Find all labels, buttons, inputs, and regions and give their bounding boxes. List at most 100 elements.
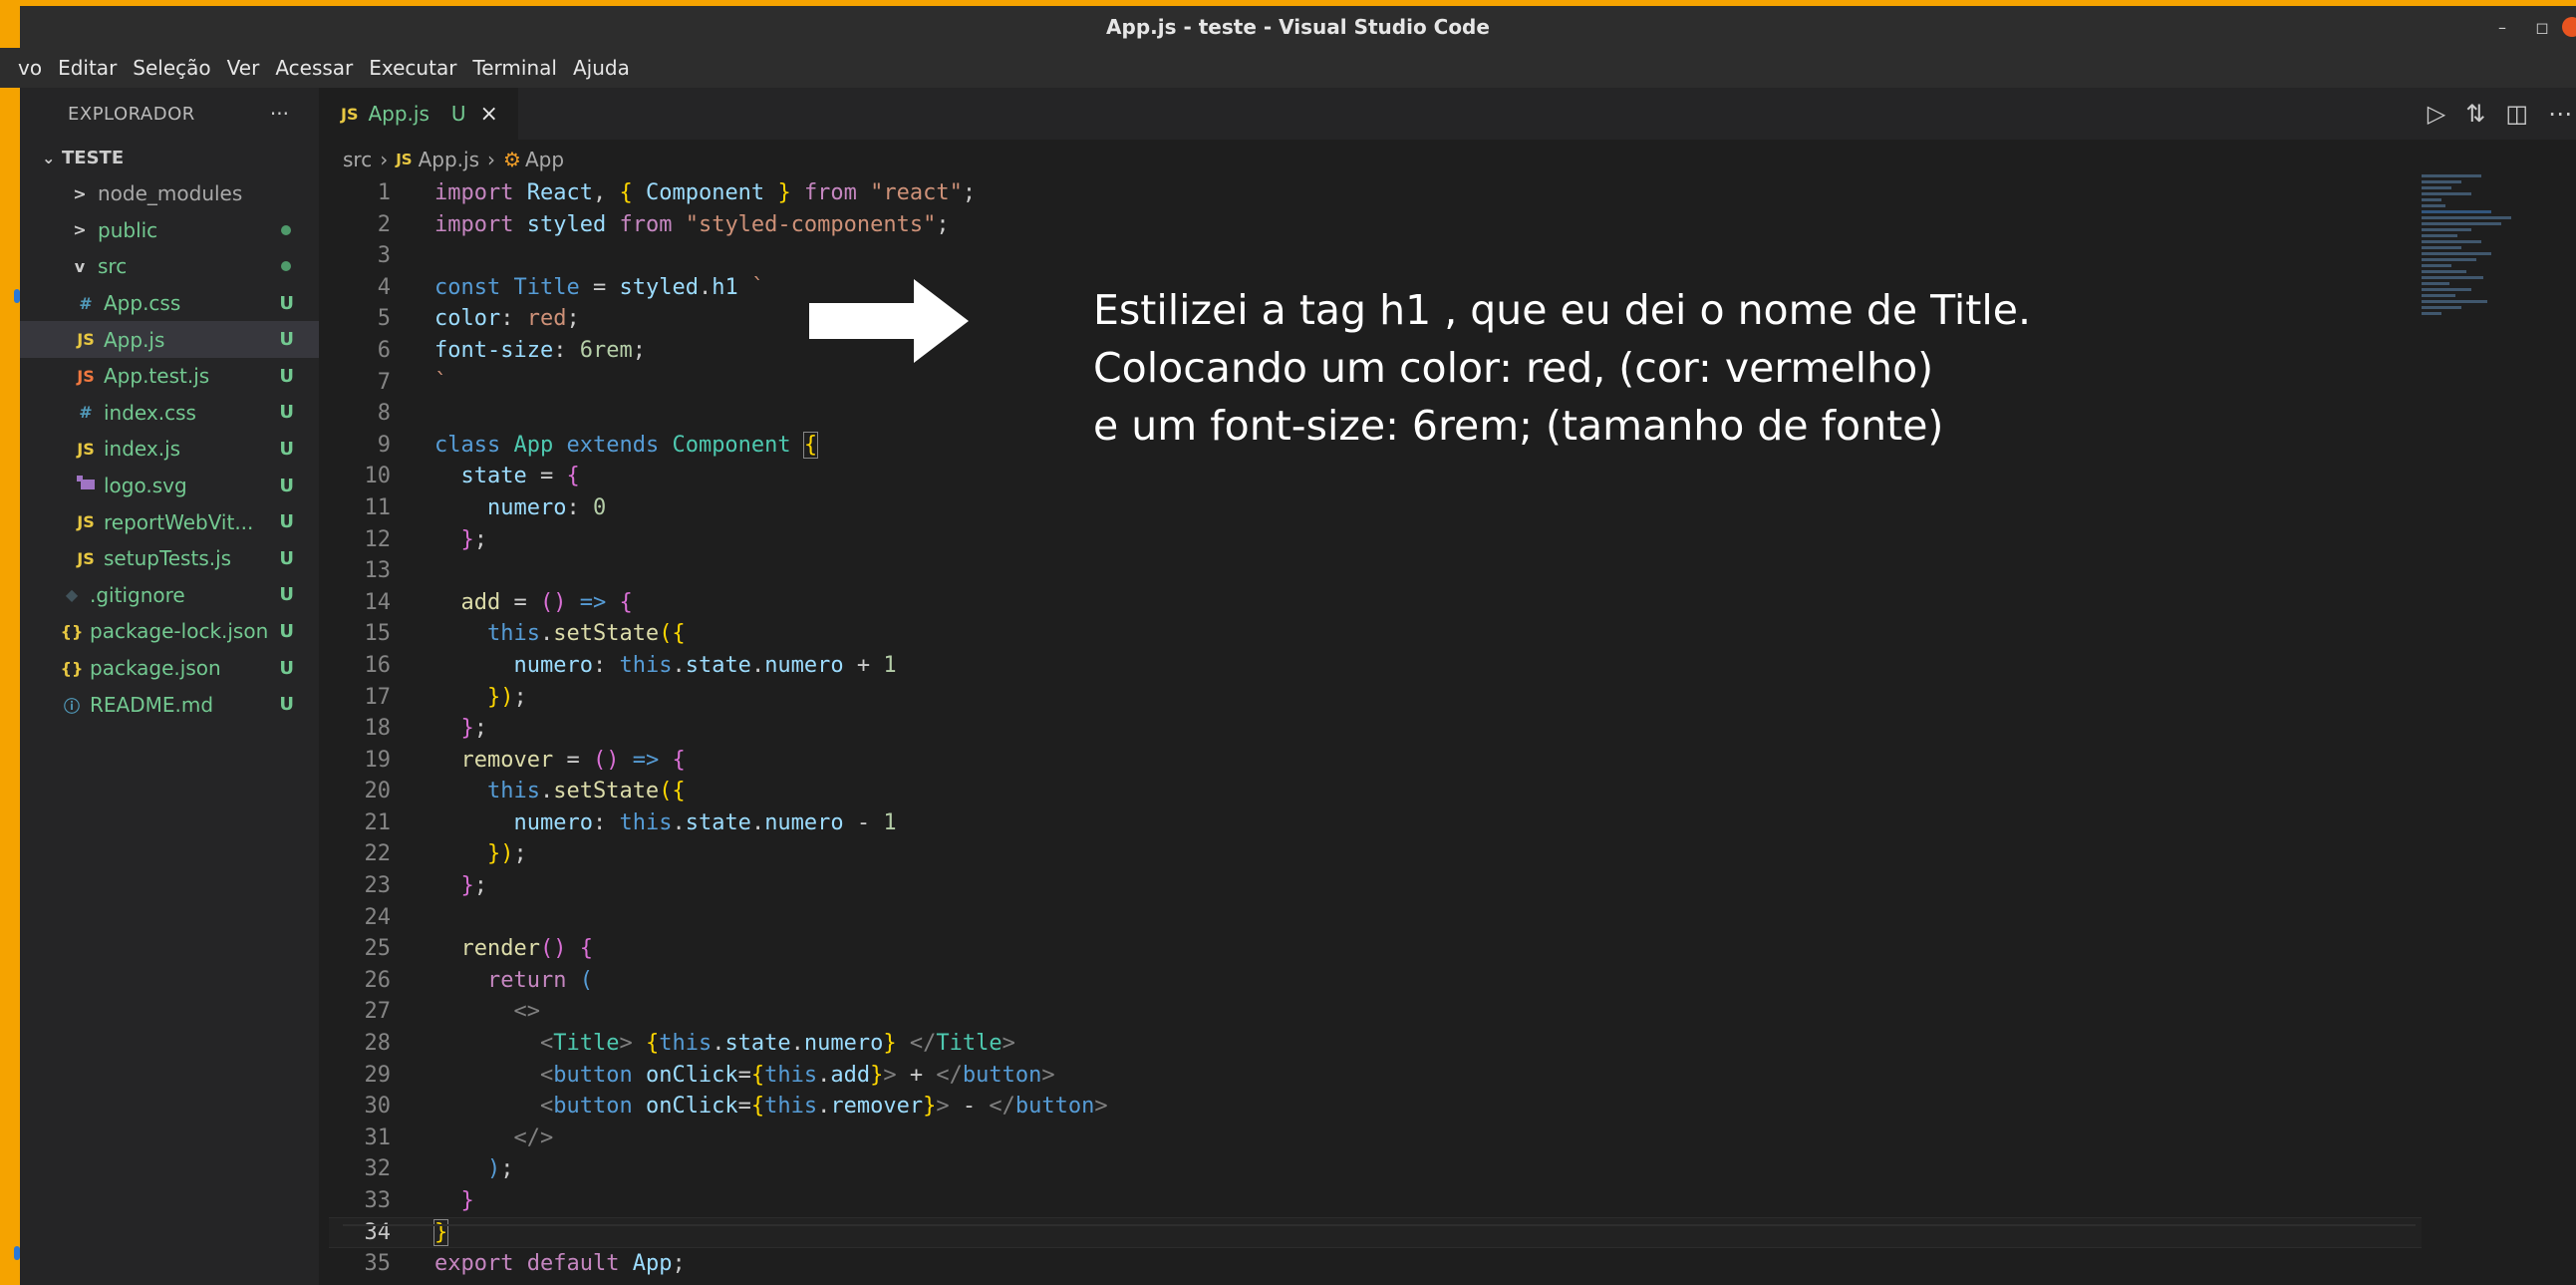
maximize-button[interactable]: ◻ [2522,18,2562,37]
line-number: 15 [364,621,392,647]
untracked-badge: U [279,584,294,606]
code-text: color: red; [434,306,580,332]
close-window-button[interactable] [2562,17,2576,37]
workspace-folder[interactable]: ⌄ TESTE [20,140,319,175]
minimize-button[interactable]: – [2482,18,2522,37]
line-number: 27 [364,999,392,1025]
line-number: 9 [377,432,391,458]
code-line: 22 }); [329,838,2422,870]
window-controls: – ◻ [2482,6,2576,48]
tree-item-app-css[interactable]: # App.css U [20,285,319,322]
menu-terminal[interactable]: Terminal [464,56,565,80]
more-actions-icon[interactable]: ··· [270,102,289,126]
more-actions-icon[interactable]: ⋯ [2548,100,2572,128]
tree-item-index-css[interactable]: # index.css U [20,395,319,432]
js-file-icon: JS [77,439,95,459]
test-file-icon: JS [77,366,95,386]
untracked-badge: U [279,292,294,314]
line-number: 7 [377,369,391,395]
tree-item-package-json[interactable]: {} package.json U [20,650,319,687]
tree-item-src[interactable]: v src [20,248,319,285]
code-text: remover = () => { [460,747,686,773]
code-text: return ( [486,967,593,993]
line-number: 22 [364,841,392,867]
tree-item-label: .gitignore [90,582,185,607]
json-file-icon: {} [60,658,84,678]
chevron-right-icon: › [380,148,389,171]
tree-item-label: App.css [104,291,181,316]
line-number: 18 [364,716,392,742]
code-text: numero: 0 [486,494,607,520]
run-icon[interactable]: ▷ [2428,100,2445,128]
tree-item-label: index.js [104,437,181,462]
breadcrumb-symbol[interactable]: App [525,148,564,171]
tab-app-js[interactable]: JS App.js U × [319,88,518,140]
line-number: 30 [364,1094,392,1120]
tree-item-label: logo.svg [104,474,187,498]
menu-arquivo[interactable]: vo [0,56,50,80]
menu-acessar[interactable]: Acessar [267,56,361,80]
tree-item-app-js[interactable]: JS App.js U [20,321,319,358]
untracked-badge: U [279,511,294,533]
menu-executar[interactable]: Executar [361,56,464,80]
code-text: render() { [460,936,593,962]
json-file-icon: {} [60,621,84,641]
tree-item-gitignore[interactable]: ◆ .gitignore U [20,577,319,614]
tree-item-node-modules[interactable]: > node_modules [20,175,319,212]
code-text: }); [486,684,527,710]
untracked-badge: U [279,694,294,716]
tab-label: App.js [368,102,429,126]
code-text: numero: this.state.numero + 1 [513,652,897,678]
code-text: this.setState({ [486,621,686,647]
close-tab-icon[interactable]: × [480,102,498,127]
code-text: ); [486,1156,514,1182]
arrow-right-icon [809,279,969,363]
tree-item-index-js[interactable]: JS index.js U [20,431,319,468]
tree-item-label: public [98,217,158,242]
minimap[interactable] [2422,174,2576,533]
tree-item-readme[interactable]: ⓘ README.md U [20,686,319,723]
untracked-badge: U [279,475,294,496]
line-number: 17 [364,684,392,710]
tree-item-report-web-vitals[interactable]: JS reportWebVit... U [20,503,319,540]
source-control-icon[interactable]: ⇅ [2465,100,2485,128]
code-text: <button onClick={this.add}> + </button> [539,1062,1055,1088]
code-line: 14 add = () => { [329,587,2422,619]
code-text: </> [513,1124,554,1150]
untracked-badge: U [279,402,294,424]
code-line: 10 state = { [329,461,2422,492]
js-file-icon: JS [341,104,359,124]
line-number: 20 [364,779,392,804]
line-number: 4 [377,274,391,300]
code-text: add = () => { [460,589,633,615]
code-text: ` [434,369,448,395]
code-text: }; [460,873,488,899]
tree-item-package-lock-json[interactable]: {} package-lock.json U [20,613,319,650]
js-file-icon: JS [396,151,413,168]
editor-actions: ▷ ⇅ ◫ ⋯ [2428,88,2576,140]
explorer-header: EXPLORADOR ··· [20,88,319,140]
menu-ajuda[interactable]: Ajuda [565,56,638,80]
tree-item-logo-svg[interactable]: logo.svg U [20,468,319,504]
tree-item-app-test-js[interactable]: JS App.test.js U [20,358,319,395]
tree-item-public[interactable]: > public [20,212,319,249]
split-editor-icon[interactable]: ◫ [2505,100,2528,128]
menu-editar[interactable]: Editar [50,56,125,80]
tree-item-setup-tests[interactable]: JS setupTests.js U [20,540,319,577]
code-text: import styled from "styled-components"; [434,211,950,237]
tree-item-label: package.json [90,656,221,681]
tree-item-label: setupTests.js [104,546,232,571]
code-text: state = { [460,464,580,489]
menu-ver[interactable]: Ver [219,56,268,80]
breadcrumb-file[interactable]: App.js [419,148,479,171]
horizontal-scrollbar[interactable] [343,1224,2416,1226]
untracked-badge: U [279,657,294,679]
annotation-line: Colocando um color: red, (cor: vermelho) [1093,344,1934,392]
line-number: 29 [364,1062,392,1088]
menu-selecao[interactable]: Seleção [125,56,218,80]
untracked-badge: U [279,329,294,351]
untracked-badge: U [279,547,294,569]
breadcrumb-folder[interactable]: src [343,148,372,171]
line-number: 14 [364,589,392,615]
code-line: 18 }; [329,713,2422,745]
